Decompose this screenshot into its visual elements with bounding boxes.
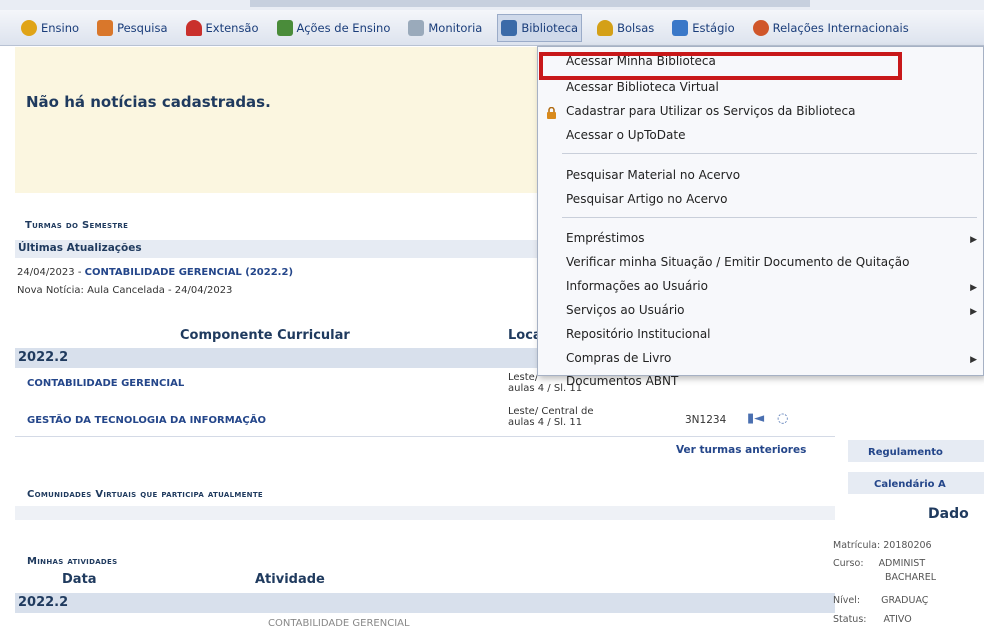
submenu-arrow-icon: ▶	[970, 235, 977, 245]
atividades-title: Minhas atividades	[27, 556, 118, 567]
menu-ensino[interactable]: Ensino	[18, 14, 82, 42]
regulamento-link[interactable]: Regulamento	[868, 447, 943, 458]
update-course-link[interactable]: CONTABILIDADE GERENCIAL (2022.2)	[85, 267, 293, 278]
extensao-icon	[185, 19, 202, 36]
menu-compras-de-livro[interactable]: Compras de Livro	[566, 351, 671, 365]
submenu-arrow-icon: ▶	[970, 355, 977, 365]
menu-extensao[interactable]: Extensão	[183, 14, 262, 42]
turma-code: 3N1234	[685, 414, 727, 426]
biblioteca-dropdown: Acessar Minha Biblioteca Acessar Bibliot…	[537, 46, 984, 388]
menu-cadastrar-servicos[interactable]: Cadastrar para Utilizar os Serviços da B…	[566, 104, 855, 118]
menu-estagio[interactable]: Estágio	[669, 14, 737, 42]
biblioteca-icon	[501, 19, 518, 36]
chat-icon[interactable]: ◌	[777, 411, 788, 426]
turmas-title: Turmas do Semestre	[25, 220, 129, 231]
menu-biblioteca[interactable]: Biblioteca	[497, 13, 583, 42]
menu-informacoes-usuario[interactable]: Informações ao Usuário	[566, 279, 708, 293]
dropdown-separator	[562, 217, 977, 218]
update-note: Nova Notícia: Aula Cancelada - 24/04/202…	[17, 285, 233, 296]
field-curso-2: BACHAREL	[885, 572, 937, 583]
turma-link-contabilidade[interactable]: CONTABILIDADE GERENCIAL	[27, 378, 184, 389]
field-curso: Curso: ADMINIST	[833, 558, 926, 569]
menu-pesquisar-material[interactable]: Pesquisar Material no Acervo	[566, 168, 740, 182]
ver-turmas-anteriores-link[interactable]: Ver turmas anteriores	[676, 444, 806, 456]
comunidades-title: Comunidades Virtuais que participa atual…	[27, 489, 263, 500]
updates-header: Últimas Atualizações	[15, 240, 540, 258]
menu-servicos-usuario[interactable]: Serviços ao Usuário	[566, 303, 685, 317]
pesquisa-icon	[97, 19, 114, 36]
calendario-link[interactable]: Calendário A	[874, 479, 946, 490]
field-matricula: Matrícula: 20180206	[833, 540, 932, 551]
menu-acessar-biblioteca-virtual[interactable]: Acessar Biblioteca Virtual	[566, 80, 719, 94]
submenu-arrow-icon: ▶	[970, 307, 977, 317]
top-strip	[0, 0, 984, 10]
menu-acoes-de-ensino[interactable]: Ações de Ensino	[274, 14, 394, 42]
comunidades-bar	[15, 506, 835, 520]
highlight-annotation	[539, 52, 902, 80]
col-atividade: Atividade	[255, 572, 325, 587]
row-divider	[15, 436, 835, 437]
turma-link-gestao-ti[interactable]: GESTÃO DA TECNOLOGIA DA INFORMAÇÃO	[27, 415, 266, 426]
menu-bolsas[interactable]: Bolsas	[594, 14, 657, 42]
dados-title: Dado	[928, 506, 969, 522]
bolsas-icon	[597, 19, 614, 36]
main-menubar: Ensino Pesquisa Extensão Ações de Ensino…	[0, 10, 984, 46]
news-empty-message: Não há notícias cadastradas.	[26, 93, 271, 111]
news-panel: Não há notícias cadastradas.	[15, 47, 540, 193]
menu-monitoria[interactable]: Monitoria	[405, 14, 485, 42]
col-data: Data	[62, 572, 97, 587]
acoes-de-ensino-icon	[276, 19, 293, 36]
menu-pesquisa[interactable]: Pesquisa	[94, 14, 170, 42]
estagio-icon	[672, 19, 689, 36]
globe-icon	[752, 19, 769, 36]
menu-verificar-situacao[interactable]: Verificar minha Situação / Emitir Docume…	[566, 255, 909, 269]
field-nivel: Nível: GRADUAÇ	[833, 595, 929, 606]
menu-repositorio-institucional[interactable]: Repositório Institucional	[566, 327, 711, 341]
update-entry: 24/04/2023 - CONTABILIDADE GERENCIAL (20…	[17, 267, 294, 278]
menu-documentos-abnt[interactable]: Documentos ABNT	[566, 374, 678, 388]
submenu-arrow-icon: ▶	[970, 283, 977, 293]
menu-emprestimos[interactable]: Empréstimos	[566, 231, 645, 245]
dropdown-separator	[562, 153, 977, 154]
atividades-year-row: 2022.2	[15, 593, 835, 613]
menu-relacoes-internacionais[interactable]: Relações Internacionais	[750, 14, 912, 42]
menu-pesquisar-artigo[interactable]: Pesquisar Artigo no Acervo	[566, 192, 727, 206]
forum-icon[interactable]: ▮◄	[747, 411, 764, 426]
lock-icon	[547, 107, 556, 119]
atividade-row: CONTABILIDADE GERENCIAL	[268, 618, 410, 629]
monitoria-icon	[408, 19, 425, 36]
menu-acessar-uptodate[interactable]: Acessar o UpToDate	[566, 128, 685, 142]
field-status: Status: ATIVO	[833, 614, 912, 625]
ensino-icon	[21, 19, 37, 36]
turma-local-2: Leste/ Central de aulas 4 / Sl. 11	[508, 406, 594, 428]
browser-tab-bar	[250, 0, 810, 7]
col-componente: Componente Curricular	[180, 328, 350, 343]
